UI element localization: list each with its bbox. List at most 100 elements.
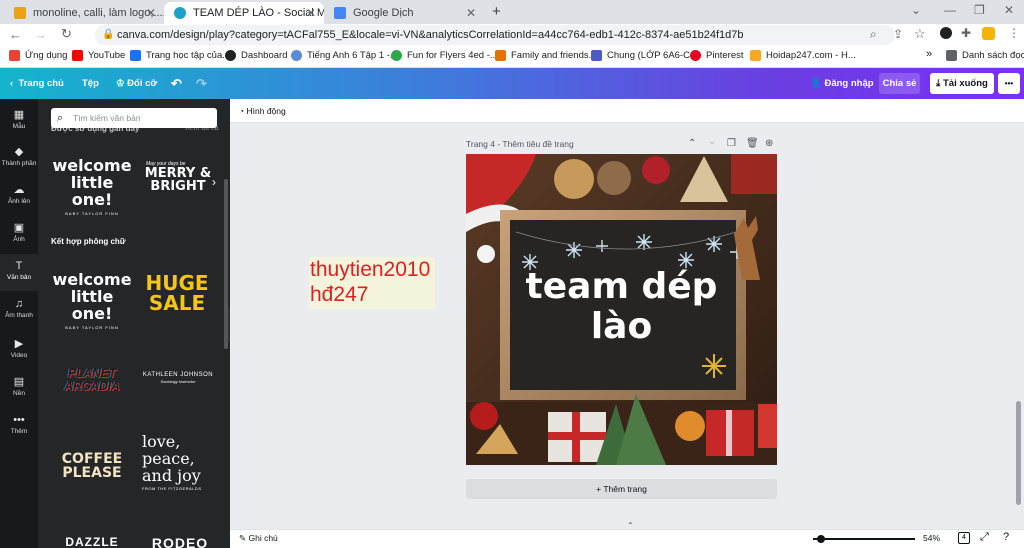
text-search-input[interactable]: ⌕ Tìm kiếm văn bản (51, 108, 217, 128)
rail-video[interactable]: ▶ Video (0, 337, 38, 359)
bookmark-hoidap[interactable]: Hoidap247.com - H... (750, 50, 856, 61)
search-icon: ⌕ (57, 112, 64, 124)
google-translate-favicon-icon (334, 7, 346, 19)
tab-search-icon[interactable]: ⌄ (911, 3, 921, 17)
design-heading[interactable]: team dép lào (466, 267, 777, 347)
fullscreen-icon[interactable]: ⤢ (980, 531, 989, 544)
rail-photos[interactable]: ▣ Ảnh (0, 221, 38, 243)
more-options-button[interactable]: ••• (998, 73, 1020, 94)
rail-background[interactable]: ▤ Nền (0, 375, 38, 397)
font-tile-welcome[interactable]: welcome little one! BABY TAYLOR FINN (50, 157, 134, 216)
reload-icon[interactable]: ↻ (61, 26, 72, 42)
bookmarks-bar: Ứng dụng YouTube Trang học tập của... Da… (0, 46, 1024, 68)
font-tile-planet-arcadia[interactable]: PLANET ARCADIA (52, 367, 132, 393)
font-tile-rodeo[interactable]: RODEO (140, 536, 220, 548)
animate-button[interactable]: ◔ Hình động (239, 106, 286, 116)
page-down-icon[interactable]: ⌄ (708, 136, 716, 147)
resize-button[interactable]: ♔ Đổi cỡ (116, 68, 157, 99)
browser-tab[interactable]: monoline, calli, làm logo,.....: tea ✕ (4, 2, 164, 24)
new-tab-button[interactable]: + (492, 3, 501, 20)
rail-elements[interactable]: ◆ Thành phần (0, 145, 38, 167)
rail-text[interactable]: T Văn bản (0, 254, 38, 291)
undo-icon[interactable]: ↶ (171, 68, 182, 99)
browser-tab-active[interactable]: TEAM DÉP LÀO - Social Media ✕ (164, 2, 324, 24)
zoom-slider-handle[interactable] (817, 535, 825, 543)
bookmark-class[interactable]: Chung (LỚP 6A6-C... (591, 50, 698, 61)
dashboard-icon (225, 50, 236, 61)
close-tab-icon[interactable]: ✕ (466, 6, 476, 20)
add-page-button[interactable]: + Thêm trang (466, 479, 777, 499)
redo-icon[interactable]: ↷ (196, 68, 207, 99)
zoom-slider[interactable] (813, 535, 915, 543)
address-bar-row: ← → ↻ 🔒 canva.com/design/play?category=t… (0, 24, 1024, 46)
bookmark-flyers[interactable]: Fun for Flyers 4ed -... (391, 50, 498, 61)
font-tile-welcome-2[interactable]: welcome little one! BABY TAYLOR FINN (50, 271, 134, 330)
bookmark-pinterest[interactable]: Pinterest (690, 50, 744, 61)
bookmark-family-friends[interactable]: Family and friends... (495, 50, 597, 61)
duplicate-page-icon[interactable]: ❐ (727, 138, 736, 149)
notes-button[interactable]: ✎ Ghi chú (239, 533, 278, 544)
minimize-icon[interactable]: — (944, 3, 956, 17)
zoom-lens-icon[interactable]: ⌕ (870, 27, 877, 42)
add-page-icon[interactable]: ⊕ (765, 138, 773, 149)
page-count-badge[interactable]: 4 (958, 532, 970, 544)
back-icon[interactable]: ← (9, 27, 22, 42)
more-bookmarks-icon[interactable]: » (926, 48, 932, 60)
rail-uploads[interactable]: ☁ Ảnh lên (0, 183, 38, 205)
loose-text-box[interactable]: thuytien2010 hđ247 (309, 257, 435, 309)
url-field[interactable]: 🔒 canva.com/design/play?category=tACFal7… (95, 25, 895, 45)
chevron-right-icon[interactable]: › (212, 175, 216, 189)
bookmark-english6[interactable]: Tiếng Anh 6 Tập 1 -... (291, 50, 398, 61)
pinterest-icon (690, 50, 701, 61)
user-icon: 👤 (810, 78, 825, 89)
download-button[interactable]: ⤓ Tải xuống (930, 73, 994, 94)
zoom-level[interactable]: 54% (923, 533, 940, 543)
side-navigation-rail: ▦ Mẫu ◆ Thành phần ☁ Ảnh lên ▣ Ảnh T Văn bản … (0, 99, 38, 548)
share-page-icon[interactable]: ⇪ (893, 27, 903, 41)
extensions-puzzle-icon[interactable]: ✚ (961, 26, 971, 40)
help-icon[interactable]: ? (1003, 531, 1009, 543)
restore-icon[interactable]: ❐ (974, 3, 985, 17)
font-tile-coffee-please[interactable]: COFFEE PLEASE (52, 452, 132, 480)
workspace-scrollbar[interactable] (1015, 127, 1021, 525)
browser-tab[interactable]: Google Dịch ✕ (324, 2, 484, 24)
bottom-bar: ✎ Ghi chú 54% 4 ⤢ ? (230, 529, 1024, 548)
home-button[interactable]: ‹ Trang chủ (10, 68, 64, 99)
forward-icon[interactable]: → (34, 27, 47, 42)
canva-favicon-icon (174, 7, 186, 19)
bookmark-star-icon[interactable]: ☆ (914, 26, 926, 42)
design-page[interactable]: team dép lào (466, 154, 777, 465)
reading-list[interactable]: Danh sách đọc (946, 50, 1024, 61)
search-placeholder: Tìm kiếm văn bản (73, 113, 141, 123)
file-menu-button[interactable]: Tệp (82, 68, 99, 99)
loose-text-line: thuytien2010 (310, 258, 431, 281)
rail-templates[interactable]: ▦ Mẫu (0, 108, 38, 130)
rail-more[interactable]: ••• Thêm (0, 414, 38, 435)
scrollbar-thumb[interactable] (1016, 401, 1021, 505)
font-tile-huge-sale[interactable]: HUGE SALE (142, 273, 212, 313)
share-button[interactable]: Chia sẻ (879, 73, 920, 94)
font-tile-merry-bright[interactable]: May your days be MERRY & BRIGHT (138, 162, 218, 194)
cloud-icon (130, 50, 141, 61)
close-window-icon[interactable]: ✕ (1004, 3, 1014, 17)
page-title[interactable]: Trang 4 - Thêm tiêu đề trang (466, 139, 574, 149)
delete-page-icon[interactable]: 🗑 (746, 138, 759, 149)
elements-icon: ◆ (14, 146, 24, 158)
bookmark-dashboard[interactable]: Dashboard (225, 50, 287, 61)
close-tab-icon[interactable]: ✕ (146, 6, 156, 20)
page-up-icon[interactable]: ⌃ (688, 138, 696, 149)
bookmark-youtube[interactable]: YouTube (72, 50, 125, 61)
bookmark-study-page[interactable]: Trang học tập của... (130, 50, 230, 61)
close-tab-icon[interactable]: ✕ (306, 6, 316, 20)
font-tile-kathleen-johnson[interactable]: KATHLEEN JOHNSON Sociology Instructor (138, 372, 218, 384)
login-button[interactable]: 👤 Đăng nhập (810, 68, 874, 99)
extension-icon[interactable] (940, 27, 952, 39)
bookmark-apps[interactable]: Ứng dụng (9, 50, 67, 61)
browser-menu-icon[interactable]: ⋮ (1008, 26, 1020, 40)
font-tile-love-peace-joy[interactable]: love, peace, and joy FROM THE FITZGERALD… (142, 433, 218, 491)
rail-audio[interactable]: ♫ Âm thanh (0, 298, 38, 319)
profile-avatar[interactable] (982, 27, 995, 40)
lock-icon: 🔒 (102, 29, 115, 40)
apps-grid-icon (9, 50, 20, 61)
font-tile-dazzle[interactable]: DAZZLE (52, 536, 132, 548)
